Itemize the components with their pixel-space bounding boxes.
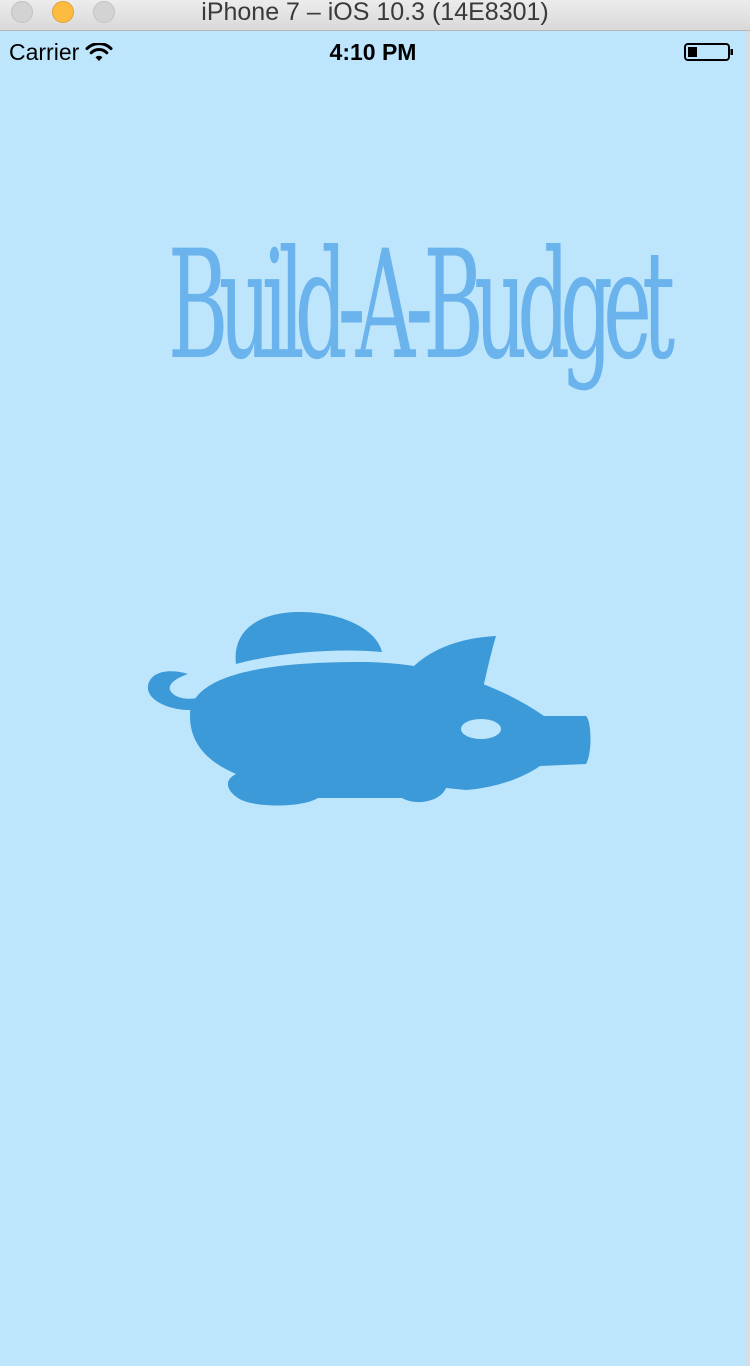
status-bar: Carrier 4:10 PM [0,31,746,71]
simulator-frame-edge [746,31,750,1366]
window-title: iPhone 7 – iOS 10.3 (14E8301) [201,0,549,26]
app-title: Build-A-Budget [167,219,675,393]
battery-icon [684,43,733,61]
status-time: 4:10 PM [329,39,417,65]
phone-screen: Carrier 4:10 PM Build-A-Budget [0,31,746,1366]
piggy-bank-icon [147,612,591,806]
simulator-title-bar: iPhone 7 – iOS 10.3 (14E8301) [0,0,750,31]
